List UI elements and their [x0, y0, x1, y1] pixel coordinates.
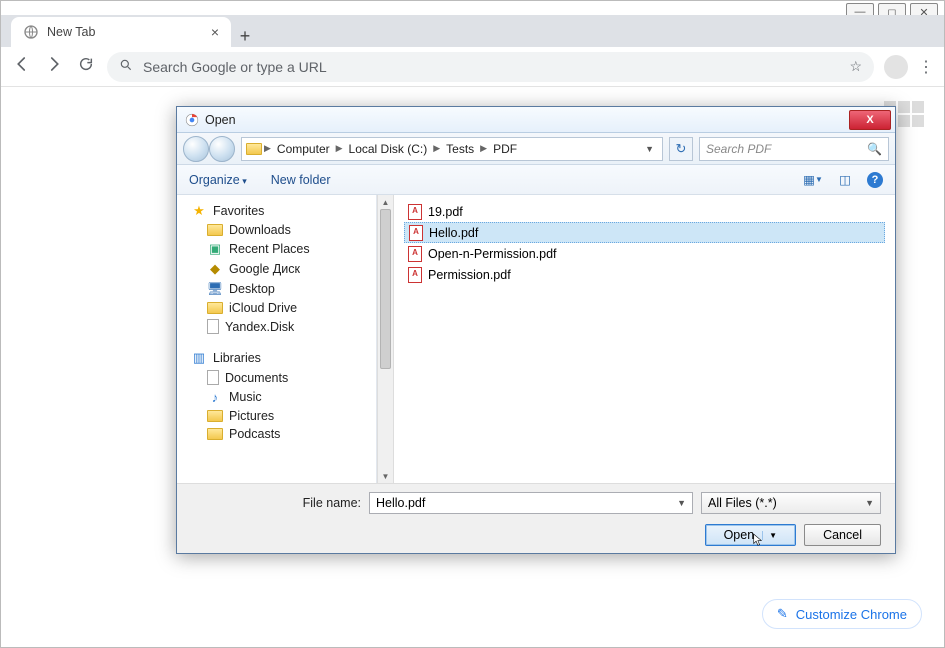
- scroll-up-icon[interactable]: ▲: [378, 195, 393, 209]
- tab-title: New Tab: [47, 25, 95, 39]
- search-icon: [119, 58, 133, 75]
- scroll-thumb[interactable]: [380, 209, 391, 369]
- desktop-icon: 🖥: [207, 281, 223, 297]
- file-type-filter[interactable]: All Files (*.*)▼: [701, 492, 881, 514]
- view-options-icon[interactable]: ▦ ▼: [803, 171, 823, 189]
- dialog-back-button[interactable]: [183, 136, 209, 162]
- chrome-icon: [185, 113, 199, 127]
- tree-item-music[interactable]: ♪Music: [177, 387, 376, 407]
- dialog-toolbar: Organize New folder ▦ ▼ ◫ ?: [177, 165, 895, 195]
- tab-new-tab[interactable]: New Tab ×: [11, 17, 231, 47]
- libraries-group[interactable]: ▥Libraries: [177, 348, 376, 368]
- library-icon: ▥: [191, 350, 207, 366]
- file-open-dialog: Open X ▶ Computer ▶ Local Disk (C:) ▶ Te…: [176, 106, 896, 554]
- dialog-titlebar: Open X: [177, 107, 895, 133]
- tree-item-documents[interactable]: Documents: [177, 368, 376, 387]
- chevron-right-icon: ▶: [433, 143, 440, 154]
- dialog-close-button[interactable]: X: [849, 110, 891, 130]
- crumb-pdf[interactable]: PDF: [489, 142, 521, 156]
- cancel-button[interactable]: Cancel: [804, 524, 881, 546]
- new-tab-button[interactable]: +: [231, 26, 259, 47]
- star-icon: ★: [191, 203, 207, 219]
- file-list: 19.pdf Hello.pdf Open-n-Permission.pdf P…: [394, 195, 895, 483]
- dialog-nav-row: ▶ Computer ▶ Local Disk (C:) ▶ Tests ▶ P…: [177, 133, 895, 165]
- dialog-forward-button[interactable]: [209, 136, 235, 162]
- forward-button[interactable]: [43, 55, 65, 78]
- search-placeholder: Search PDF: [706, 142, 771, 156]
- pdf-icon: [408, 204, 422, 220]
- pdf-icon: [408, 246, 422, 262]
- reload-button[interactable]: [75, 56, 97, 77]
- open-split-dropdown-icon[interactable]: ▼: [762, 531, 777, 540]
- toolbar: Search Google or type a URL ☆ ⋮: [1, 47, 944, 87]
- chevron-right-icon: ▶: [480, 143, 487, 154]
- menu-button[interactable]: ⋮: [918, 57, 934, 77]
- preview-pane-icon[interactable]: ◫: [835, 171, 855, 189]
- chevron-right-icon: ▶: [264, 143, 271, 154]
- favorites-group[interactable]: ★Favorites: [177, 201, 376, 221]
- tab-strip: New Tab × +: [1, 15, 944, 47]
- tree-item-icloud[interactable]: iCloud Drive: [177, 299, 376, 317]
- folder-icon: [207, 224, 223, 236]
- profile-avatar[interactable]: [884, 55, 908, 79]
- recent-icon: ▣: [207, 241, 223, 257]
- folder-icon: [246, 143, 262, 155]
- back-button[interactable]: [11, 55, 33, 78]
- file-row[interactable]: Permission.pdf: [404, 264, 885, 285]
- document-icon: [207, 370, 219, 385]
- omnibox-placeholder: Search Google or type a URL: [143, 59, 327, 75]
- organize-menu[interactable]: Organize: [189, 173, 247, 187]
- tree-item-pictures[interactable]: Pictures: [177, 407, 376, 425]
- chevron-right-icon: ▶: [336, 143, 343, 154]
- search-icon: 🔍: [867, 142, 882, 156]
- crumb-computer[interactable]: Computer: [273, 142, 334, 156]
- crumb-drive[interactable]: Local Disk (C:): [345, 142, 432, 156]
- tree-item-downloads[interactable]: Downloads: [177, 221, 376, 239]
- scroll-down-icon[interactable]: ▼: [378, 469, 393, 483]
- customize-chrome-button[interactable]: ✎ Customize Chrome: [762, 599, 922, 629]
- dialog-footer: File name: Hello.pdf▼ All Files (*.*)▼ O…: [177, 483, 895, 553]
- tree-item-desktop[interactable]: 🖥Desktop: [177, 279, 376, 299]
- page-icon: [23, 24, 39, 40]
- pictures-icon: [207, 410, 223, 422]
- crumb-tests[interactable]: Tests: [442, 142, 478, 156]
- folder-icon: [207, 428, 223, 440]
- refresh-button[interactable]: ↻: [669, 137, 693, 161]
- help-icon[interactable]: ?: [867, 172, 883, 188]
- dialog-title: Open: [205, 113, 236, 127]
- chevron-down-icon[interactable]: ▼: [677, 498, 686, 508]
- pdf-icon: [408, 267, 422, 283]
- tree-item-yandex[interactable]: Yandex.Disk: [177, 317, 376, 336]
- breadcrumb-dropdown-icon[interactable]: ▼: [641, 144, 658, 154]
- new-folder-button[interactable]: New folder: [271, 173, 331, 187]
- pdf-icon: [409, 225, 423, 241]
- file-row[interactable]: Hello.pdf: [404, 222, 885, 243]
- file-row[interactable]: 19.pdf: [404, 201, 885, 222]
- filename-input[interactable]: Hello.pdf▼: [369, 492, 693, 514]
- file-icon: [207, 319, 219, 334]
- pencil-icon: ✎: [777, 606, 788, 622]
- drive-icon: ◆: [207, 261, 223, 277]
- nav-back-forward: [183, 136, 235, 162]
- folder-icon: [207, 302, 223, 314]
- bookmark-star-icon[interactable]: ☆: [849, 58, 862, 75]
- nav-tree: ★Favorites Downloads ▣Recent Places ◆Goo…: [177, 195, 377, 483]
- tree-item-podcasts[interactable]: Podcasts: [177, 425, 376, 443]
- music-icon: ♪: [207, 389, 223, 405]
- tree-item-google-drive[interactable]: ◆Google Диск: [177, 259, 376, 279]
- dialog-search-input[interactable]: Search PDF 🔍: [699, 137, 889, 161]
- filename-label: File name:: [191, 496, 361, 510]
- file-row[interactable]: Open-n-Permission.pdf: [404, 243, 885, 264]
- tab-close-icon[interactable]: ×: [211, 24, 219, 40]
- tree-scrollbar[interactable]: ▲ ▼: [377, 195, 394, 483]
- breadcrumb[interactable]: ▶ Computer ▶ Local Disk (C:) ▶ Tests ▶ P…: [241, 137, 663, 161]
- omnibox[interactable]: Search Google or type a URL ☆: [107, 52, 874, 82]
- open-button[interactable]: Open ▼: [705, 524, 797, 546]
- chevron-down-icon[interactable]: ▼: [865, 498, 874, 508]
- tree-item-recent[interactable]: ▣Recent Places: [177, 239, 376, 259]
